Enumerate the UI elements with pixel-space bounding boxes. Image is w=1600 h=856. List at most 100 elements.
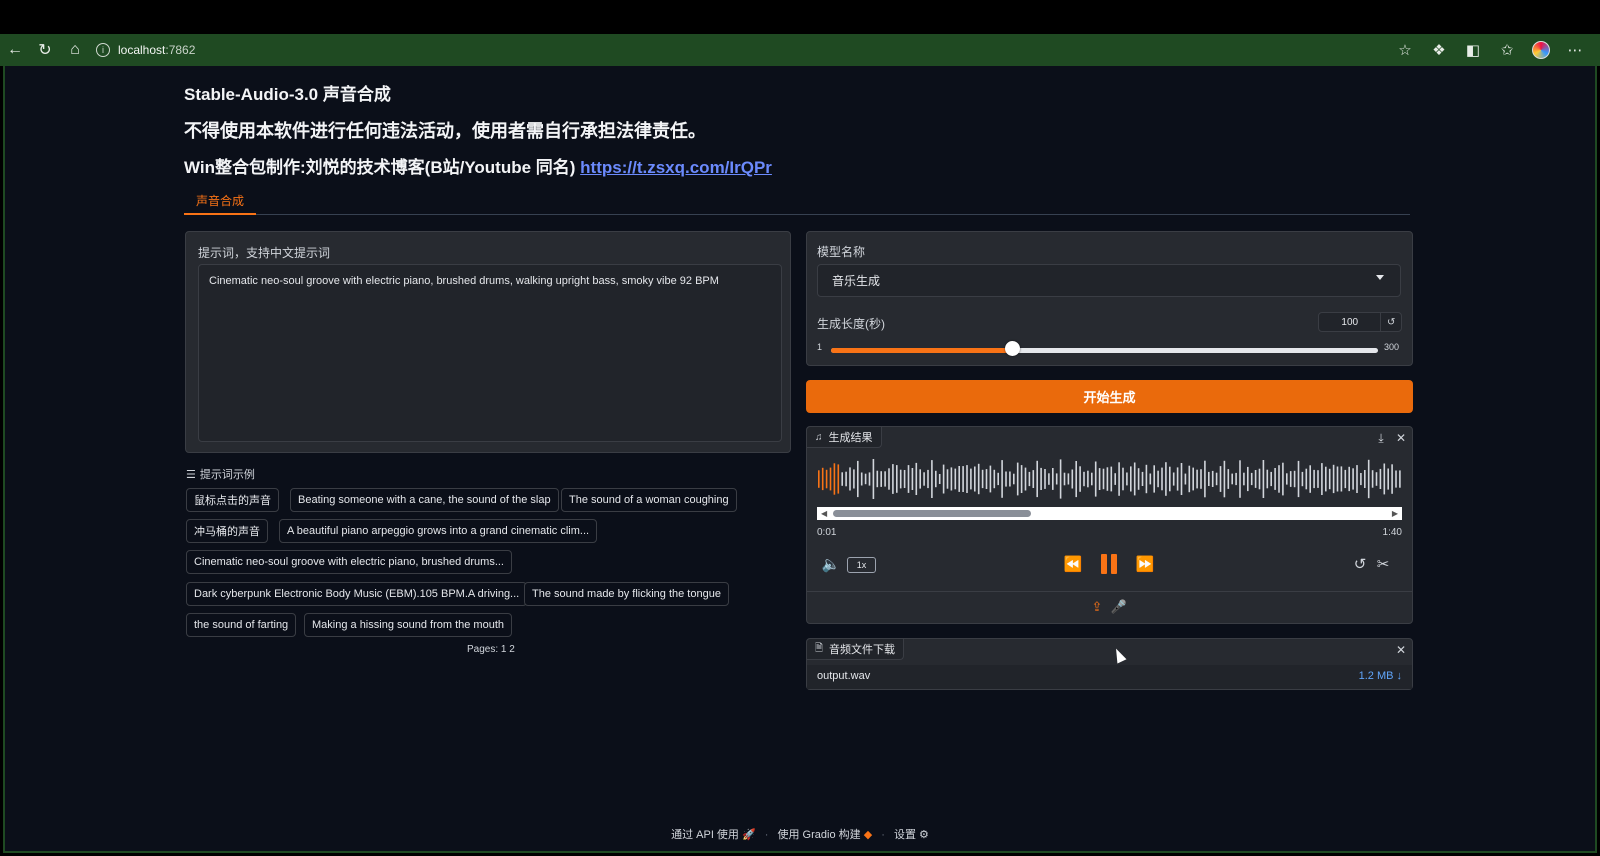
waveform-bar [1141, 471, 1144, 486]
music-note-icon: ♫ [815, 431, 823, 443]
generate-button[interactable]: 开始生成 [806, 380, 1413, 413]
waveform-bar [1321, 463, 1323, 495]
home-icon[interactable]: ⌂ [60, 35, 90, 65]
waveform-bar [1383, 463, 1386, 495]
example-chip[interactable]: Dark cyberpunk Electronic Body Music (EB… [186, 582, 528, 606]
pages-label: Pages: [467, 644, 499, 655]
gradio-link[interactable]: 使用 Gradio 构建 [778, 829, 861, 841]
waveform-bar [833, 463, 836, 495]
model-dropdown[interactable]: 音乐生成 [817, 264, 1401, 297]
length-value[interactable]: 100 [1319, 313, 1382, 331]
length-slider[interactable] [831, 348, 1378, 353]
waveform-bar [872, 459, 875, 499]
waveform-bar [868, 472, 871, 486]
length-number-input[interactable]: 100 ↺ [1318, 312, 1402, 332]
url-text[interactable]: localhost:7862 [118, 43, 195, 57]
waveform-bar [1137, 468, 1140, 490]
waveform-bar [1067, 473, 1070, 485]
waveform-bar [1243, 472, 1245, 486]
gradio-logo-icon: ◆ [863, 829, 873, 841]
page-link-2[interactable]: 2 [509, 644, 515, 655]
fast-forward-icon[interactable]: ⏩ [1134, 554, 1156, 574]
more-menu-icon[interactable]: ⋯ [1560, 35, 1590, 65]
volume-icon[interactable]: 🔈 [821, 554, 841, 574]
waveform-bar [892, 464, 894, 494]
example-chip[interactable]: 鼠标点击的声音 [186, 488, 279, 512]
trim-scissors-icon[interactable]: ✂ [1373, 554, 1393, 574]
waveform-bar [1165, 462, 1167, 496]
example-chip[interactable]: A beautiful piano arpeggio grows into a … [279, 519, 598, 543]
playback-speed-button[interactable]: 1x [847, 557, 876, 573]
example-chip[interactable]: The sound made by flicking the tongue [524, 582, 729, 606]
download-icon[interactable]: ⤓ [1372, 429, 1390, 447]
waveform-bar [1395, 470, 1397, 488]
waveform-bar [1094, 461, 1097, 497]
example-chip[interactable]: The sound of a woman coughing [561, 488, 737, 512]
waveform-bar [962, 466, 964, 492]
tab-sound-synthesis[interactable]: 声音合成 [184, 187, 256, 215]
scroll-left-icon[interactable]: ◀ [821, 509, 827, 518]
address-bar[interactable]: i localhost:7862 [96, 38, 1390, 62]
waveform-bar [1059, 459, 1062, 499]
waveform-bar [1215, 472, 1218, 486]
waveform-bar [1235, 472, 1237, 486]
undo-icon[interactable]: ↺ [1350, 554, 1370, 574]
waveform-bar [966, 465, 968, 493]
close-icon[interactable]: ✕ [1392, 641, 1410, 659]
upload-icon[interactable]: ⇪ [1087, 597, 1107, 617]
divider [807, 591, 1412, 592]
file-row[interactable] [807, 665, 1412, 689]
waveform-bar [1036, 460, 1038, 498]
example-chip[interactable]: 冲马桶的声音 [186, 519, 268, 543]
page-title: Stable-Audio-3.0 声音合成 [184, 85, 391, 104]
file-name[interactable]: output.wav [817, 670, 870, 682]
waveform-bar [1328, 468, 1331, 490]
waveform-bar [1169, 466, 1171, 492]
site-info-icon[interactable]: i [96, 43, 110, 57]
prompt-textarea[interactable]: Cinematic neo-soul groove with electric … [198, 264, 782, 442]
example-chip[interactable]: Making a hissing sound from the mouth [304, 613, 512, 637]
split-screen-icon[interactable]: ◧ [1458, 35, 1488, 65]
example-chip[interactable]: the sound of farting [186, 613, 297, 637]
microphone-icon[interactable]: 🎤 [1109, 597, 1129, 617]
file-icon: 🗎 [815, 642, 824, 654]
settings-link[interactable]: 设置 [894, 829, 916, 841]
api-link[interactable]: 通过 API 使用 [671, 829, 739, 841]
reload-icon[interactable]: ↻ [30, 35, 60, 65]
waveform-bar [1013, 473, 1015, 485]
list-icon: ☰ [186, 469, 196, 481]
back-icon[interactable]: ← [0, 35, 30, 65]
reset-icon[interactable]: ↺ [1381, 313, 1401, 331]
favorites-icon[interactable]: ✩ [1492, 35, 1522, 65]
waveform-bar [985, 469, 988, 489]
waveform-bar [1364, 470, 1366, 488]
favorite-star-icon[interactable]: ☆ [1390, 35, 1420, 65]
waveform-bar [1371, 470, 1374, 488]
examples-header: ☰ 提示词示例 [186, 466, 255, 482]
waveform-bar [857, 460, 859, 498]
waveform-bar [829, 467, 832, 491]
file-label: 音频文件下载 [829, 644, 896, 656]
file-size-download-link[interactable]: 1.2 MB ↓ [1359, 670, 1402, 682]
profile-avatar[interactable] [1526, 35, 1556, 65]
extensions-icon[interactable]: ❖ [1424, 35, 1454, 65]
waveform-bar [1055, 473, 1058, 485]
slider-thumb[interactable] [1005, 341, 1021, 356]
pause-button[interactable] [1099, 554, 1119, 574]
page-link-1[interactable]: 1 [501, 644, 507, 655]
scrollbar-thumb[interactable] [833, 510, 1031, 517]
rewind-icon[interactable]: ⏪ [1062, 554, 1084, 574]
waveform[interactable] [817, 457, 1402, 501]
scroll-right-icon[interactable]: ▶ [1392, 509, 1398, 518]
waveform-bar [1231, 473, 1233, 485]
pagination: Pages: 1 2 [467, 644, 515, 655]
example-chip[interactable]: Beating someone with a cane, the sound o… [290, 488, 559, 512]
waveform-scrollbar[interactable]: ◀ ▶ [817, 507, 1402, 520]
waveform-bar [1270, 471, 1272, 487]
credit-link[interactable]: https://t.zsxq.com/IrQPr [580, 158, 772, 177]
example-chip[interactable]: Cinematic neo-soul groove with electric … [186, 550, 512, 574]
waveform-bar [1172, 472, 1175, 486]
waveform-bar [1052, 468, 1054, 490]
waveform-bar [876, 470, 879, 488]
close-icon[interactable]: ✕ [1392, 429, 1410, 447]
